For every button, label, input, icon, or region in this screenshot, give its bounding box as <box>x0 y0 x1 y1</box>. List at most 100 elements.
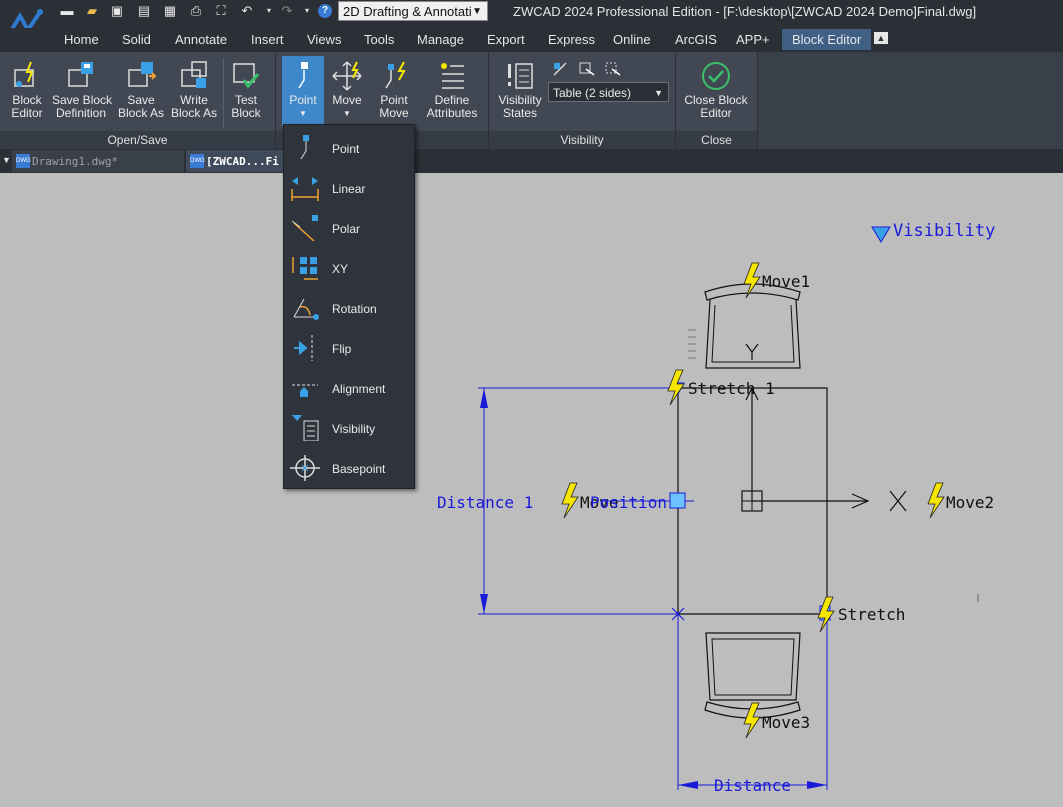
visibility-states-label: Visibility States <box>498 93 542 120</box>
menu-item-label: Visibility <box>332 422 376 436</box>
tab-solid[interactable]: Solid <box>122 32 151 47</box>
move-action-label: Move <box>332 93 362 107</box>
doc-tab-final[interactable]: DWG [ZWCAD...Fi <box>186 150 286 172</box>
menu-item-label: Point <box>332 142 360 156</box>
undo-dropdown-icon[interactable]: ▾ <box>262 4 276 18</box>
open-save-panel-label: Open/Save <box>0 131 275 149</box>
menu-item-flip[interactable]: Flip <box>284 327 414 367</box>
move-action-button[interactable]: Move ▼ <box>328 60 366 120</box>
tab-app-plus[interactable]: APP+ <box>736 32 770 47</box>
tab-online[interactable]: Online <box>613 32 651 47</box>
point-move-icon <box>385 61 406 89</box>
move-arrows-icon <box>332 61 362 91</box>
tab-insert[interactable]: Insert <box>251 32 284 47</box>
block-editor-icon <box>14 61 34 87</box>
linear-param-icon <box>291 177 319 201</box>
move2-label: Move2 <box>946 493 995 512</box>
chevron-down-icon: ▼ <box>654 88 663 98</box>
help-icon[interactable]: ? <box>318 4 332 18</box>
open-folder-icon[interactable]: ▰ <box>85 4 99 18</box>
redo-icon[interactable]: ↷ <box>280 4 294 18</box>
rotation-param-icon <box>293 298 319 320</box>
visibility-param-icon <box>292 415 319 441</box>
dwg-file-icon: DWG <box>190 154 205 168</box>
visibility-state-dropdown[interactable]: Table (2 sides) ▼ <box>548 82 669 102</box>
x-axis-line <box>752 493 870 509</box>
move3-label: Move3 <box>762 713 811 732</box>
tab-tools[interactable]: Tools <box>364 32 394 47</box>
save-block-definition-label: Save Block Definition <box>52 93 113 120</box>
visibility-label: Visibility <box>893 221 996 241</box>
tab-list-icon[interactable]: ▼ <box>2 155 11 165</box>
save-block-definition-button[interactable]: Save Block Definition <box>52 60 113 120</box>
test-block-icon <box>233 63 260 89</box>
menu-icon[interactable]: ▬ <box>60 4 74 18</box>
save-block-as-button[interactable]: Save Block As <box>117 60 165 120</box>
drawing-geometry <box>478 226 979 790</box>
chair-bottom-inner <box>711 638 795 696</box>
tab-export[interactable]: Export <box>487 32 525 47</box>
chevron-down-icon: ▼ <box>299 109 307 118</box>
write-block-as-label: Write Block As <box>170 93 218 120</box>
menu-item-xy[interactable]: XY <box>284 247 414 287</box>
menu-item-basepoint[interactable]: Basepoint <box>284 447 414 487</box>
tab-home[interactable]: Home <box>64 32 99 47</box>
block-editor-button[interactable]: Block Editor <box>8 60 46 120</box>
tab-annotate[interactable]: Annotate <box>175 32 227 47</box>
menu-item-polar[interactable]: Polar <box>284 207 414 247</box>
define-attributes-button[interactable]: Define Attributes <box>424 60 480 120</box>
make-visible-icon[interactable] <box>552 61 570 77</box>
x-axis-letter <box>889 490 907 512</box>
undo-icon[interactable]: ↶ <box>240 4 254 18</box>
chair-top-inner <box>711 304 795 363</box>
point-param-icon <box>300 135 309 160</box>
workspace-value: 2D Drafting & Annotati <box>343 4 472 19</box>
tab-arcgis[interactable]: ArcGIS <box>675 32 717 47</box>
point-parameter-label: Point <box>289 93 317 107</box>
menu-item-label: Polar <box>332 222 361 236</box>
doc-tab-drawing1[interactable]: DWG Drawing1.dwg* <box>12 150 184 172</box>
tab-block-editor[interactable]: Block Editor <box>782 29 872 50</box>
save-block-definition-icon <box>68 62 93 87</box>
drawing-canvas[interactable]: Visibility Move1 Stretch 1 Distance 1 Mo… <box>0 173 1063 807</box>
tab-views[interactable]: Views <box>307 32 341 47</box>
close-block-editor-button[interactable]: Close Block Editor <box>682 60 750 120</box>
close-block-editor-label: Close Block Editor <box>684 93 748 120</box>
visibility-states-button[interactable]: Visibility States <box>496 60 544 120</box>
block-editor-label: Block Editor <box>11 93 43 120</box>
menu-item-visibility[interactable]: Visibility <box>284 407 414 447</box>
visibility-state-value: Table (2 sides) <box>553 86 632 100</box>
save-icon[interactable]: ▣ <box>110 4 124 18</box>
point-move-button[interactable]: Point Move <box>372 60 416 120</box>
save-block-as-label: Save Block As <box>117 93 165 120</box>
tab-express[interactable]: Express <box>548 32 595 47</box>
menu-item-alignment[interactable]: Alignment <box>284 367 414 407</box>
sheets-icon[interactable]: ▦ <box>163 4 177 18</box>
visibility-mode-icon[interactable] <box>604 61 622 77</box>
zoom-extents-icon[interactable]: ⛶ <box>214 4 228 18</box>
tab-manage[interactable]: Manage <box>417 32 464 47</box>
menu-item-linear[interactable]: Linear <box>284 167 414 207</box>
workspace-dropdown[interactable]: 2D Drafting & Annotati ▼ <box>338 1 488 21</box>
point-parameter-button[interactable]: Point ▼ <box>282 56 324 126</box>
redo-dropdown-icon[interactable]: ▾ <box>300 4 314 18</box>
ribbon-divider <box>223 58 224 128</box>
minimize-ribbon-icon[interactable]: ▲ <box>874 32 888 44</box>
stretch-lightning-icon <box>817 596 835 633</box>
test-block-button[interactable]: Test Block <box>228 60 264 120</box>
window-title: ZWCAD 2024 Professional Edition - [F:\de… <box>513 4 977 19</box>
save-as-icon[interactable]: ▤ <box>137 4 151 18</box>
position-grip <box>669 492 686 509</box>
distance1-label: Distance 1 <box>437 493 534 512</box>
xy-param-icon <box>292 257 318 280</box>
alignment-param-icon <box>292 384 318 397</box>
menu-item-point[interactable]: Point <box>284 127 414 167</box>
make-invisible-icon[interactable] <box>578 61 596 77</box>
move2-lightning-icon <box>927 482 945 519</box>
print-icon[interactable]: ⎙ <box>189 4 203 18</box>
menu-item-rotation[interactable]: Rotation <box>284 287 414 327</box>
define-attributes-icon <box>441 63 464 89</box>
y-axis-letter <box>745 343 759 360</box>
write-block-as-button[interactable]: Write Block As <box>170 60 218 120</box>
menu-item-label: XY <box>332 262 349 276</box>
